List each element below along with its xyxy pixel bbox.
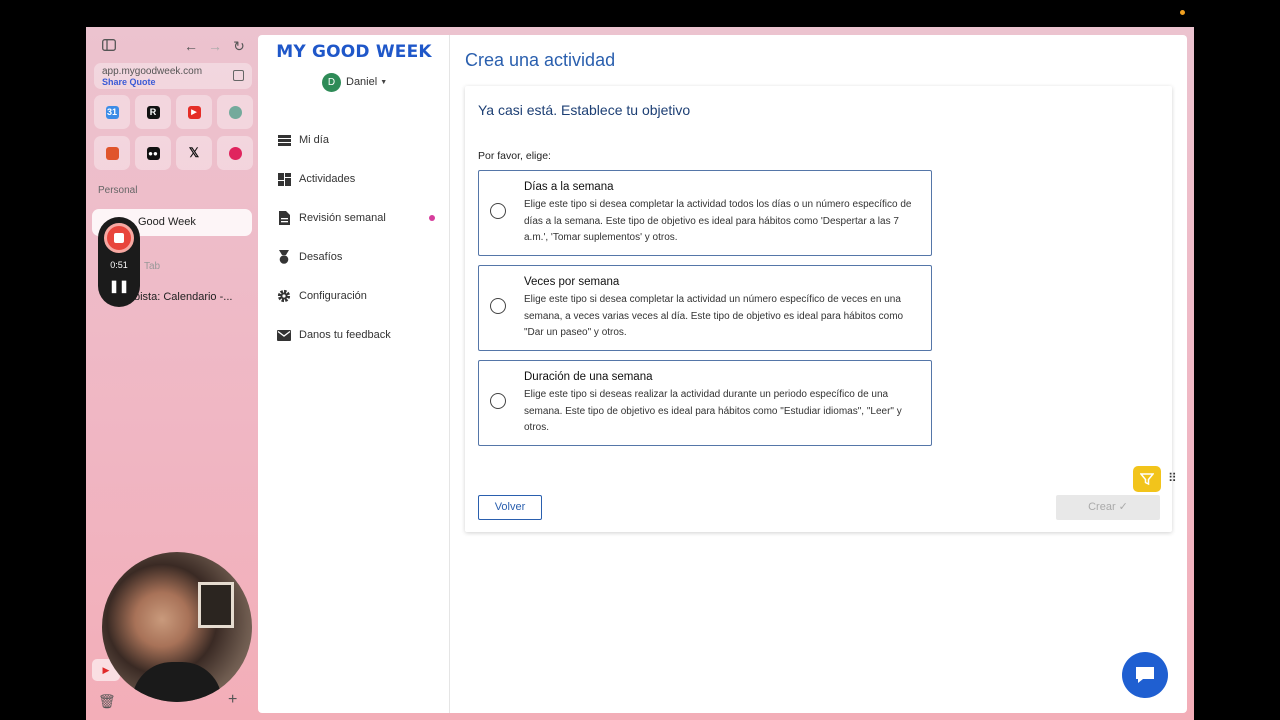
- radio-button[interactable]: [490, 298, 506, 314]
- sidebar-toggle-icon[interactable]: [100, 37, 118, 55]
- user-menu[interactable]: D Daniel ▼: [322, 72, 387, 92]
- favorite-chatgpt[interactable]: [217, 95, 253, 129]
- page-title: Crea una actividad: [465, 50, 616, 70]
- notification-dot: [429, 215, 435, 221]
- nav-item-actividades[interactable]: Actividades: [277, 169, 437, 189]
- browser-sidebar: ← → ↻ app.mygoodweek.com Share Quote 31 …: [86, 27, 258, 720]
- dashboard-icon: [277, 172, 291, 186]
- nav-label: Mi día: [299, 134, 329, 146]
- option-title: Días a la semana: [524, 181, 614, 193]
- sidebar-footer: 🗑 +: [98, 691, 248, 710]
- favorite-app[interactable]: [217, 136, 253, 170]
- nav-label: Revisión semanal: [299, 212, 386, 224]
- back-arrow-icon[interactable]: ←: [182, 37, 200, 55]
- drag-handle-icon[interactable]: ⠿: [1168, 471, 1177, 485]
- web-app: MY GOOD WEEK D Daniel ▼ Mi día Actividad…: [258, 35, 1187, 713]
- chat-button[interactable]: [1122, 652, 1168, 698]
- tab-calendar[interactable]: bista: Calendario -...: [134, 291, 232, 303]
- recording-widget: 0:51 ❚❚: [98, 217, 140, 307]
- tab-new[interactable]: Tab: [144, 261, 160, 272]
- trash-icon[interactable]: 🗑: [98, 693, 116, 710]
- radio-button[interactable]: [490, 393, 506, 409]
- reload-icon[interactable]: ↻: [230, 37, 248, 55]
- media-icon: ●●: [146, 146, 160, 160]
- nav-label: Configuración: [299, 290, 367, 302]
- webcam-overlay: [102, 552, 252, 702]
- status-dot: [1180, 10, 1185, 15]
- option-title: Veces por semana: [524, 276, 620, 288]
- app-logo-icon: [228, 146, 242, 160]
- user-name: Daniel: [346, 76, 378, 88]
- nav-label: Actividades: [299, 173, 356, 185]
- app-nav: MY GOOD WEEK D Daniel ▼ Mi día Actividad…: [258, 35, 450, 713]
- x-logo-icon: 𝕏: [188, 145, 200, 160]
- avatar: D: [322, 72, 341, 92]
- plus-icon[interactable]: +: [228, 691, 237, 709]
- nav-label: Danos tu feedback: [299, 329, 391, 341]
- youtube-icon: ▶: [187, 105, 201, 119]
- goal-card: Ya casi está. Establece tu objetivo Por …: [465, 86, 1172, 532]
- option-duracion-semana[interactable]: Duración de una semana Elige este tipo s…: [478, 360, 932, 446]
- section-label: Personal: [98, 185, 138, 196]
- mail-icon: [277, 328, 291, 342]
- gear-icon: [277, 289, 291, 303]
- nav-item-desafios[interactable]: Desafíos: [277, 247, 437, 267]
- create-button[interactable]: Crear ✓: [1056, 495, 1160, 520]
- caret-down-icon: ▼: [380, 78, 388, 86]
- stop-recording-button[interactable]: [104, 223, 134, 253]
- back-button[interactable]: Volver: [478, 495, 542, 520]
- favorite-youtube[interactable]: ▶: [176, 95, 212, 129]
- nav-item-feedback[interactable]: Danos tu feedback: [277, 325, 437, 345]
- menu-icon: [277, 133, 291, 147]
- card-title: Ya casi está. Establece tu objetivo: [478, 102, 691, 118]
- calendar-icon: 31: [105, 105, 119, 119]
- browser-toolbar: ← → ↻: [100, 37, 250, 55]
- r-logo-icon: R: [146, 105, 160, 119]
- chat-bubble-icon: [1136, 667, 1154, 683]
- option-description: Elige este tipo si deseas realizar la ac…: [524, 389, 902, 434]
- pause-icon[interactable]: ❚❚: [98, 279, 140, 293]
- forward-arrow-icon[interactable]: →: [206, 37, 224, 55]
- browser-window: ← → ↻ app.mygoodweek.com Share Quote 31 …: [86, 27, 1194, 720]
- extension-filter-icon[interactable]: [1133, 466, 1161, 492]
- choice-prompt: Por favor, elige:: [478, 150, 551, 162]
- wall-art: [198, 582, 234, 628]
- option-dias-semana[interactable]: Días a la semana Elige este tipo si dese…: [478, 170, 932, 256]
- option-description: Elige este tipo si desea completar la ac…: [524, 294, 904, 339]
- bookmark-icon: [105, 146, 119, 160]
- document-icon: [277, 211, 291, 225]
- option-title: Duración de una semana: [524, 371, 653, 383]
- url-text: app.mygoodweek.com: [102, 66, 203, 77]
- option-description: Elige este tipo si desea completar la ac…: [524, 199, 912, 244]
- favorite-bookmarks[interactable]: [94, 136, 130, 170]
- nav-item-mi-dia[interactable]: Mi día: [277, 130, 437, 150]
- nav-item-revision-semanal[interactable]: Revisión semanal: [277, 208, 437, 228]
- radio-button[interactable]: [490, 203, 506, 219]
- chatgpt-icon: [228, 105, 242, 119]
- favorite-x[interactable]: 𝕏: [176, 136, 212, 170]
- url-subtitle: Share Quote: [102, 77, 156, 87]
- address-bar[interactable]: app.mygoodweek.com Share Quote: [94, 63, 252, 89]
- option-veces-semana[interactable]: Veces por semana Elige este tipo si dese…: [478, 265, 932, 351]
- favorite-media[interactable]: ●●: [135, 136, 171, 170]
- medal-icon: [277, 250, 291, 264]
- favorite-calendar[interactable]: 31: [94, 95, 130, 129]
- app-logo[interactable]: MY GOOD WEEK: [258, 42, 450, 62]
- recording-timer: 0:51: [110, 260, 128, 270]
- page-info-icon[interactable]: [233, 70, 244, 81]
- nav-item-configuracion[interactable]: Configuración: [277, 286, 437, 306]
- main-content: Crea una actividad Ya casi está. Estable…: [450, 35, 1187, 713]
- nav-label: Desafíos: [299, 251, 343, 263]
- favorite-r[interactable]: R: [135, 95, 171, 129]
